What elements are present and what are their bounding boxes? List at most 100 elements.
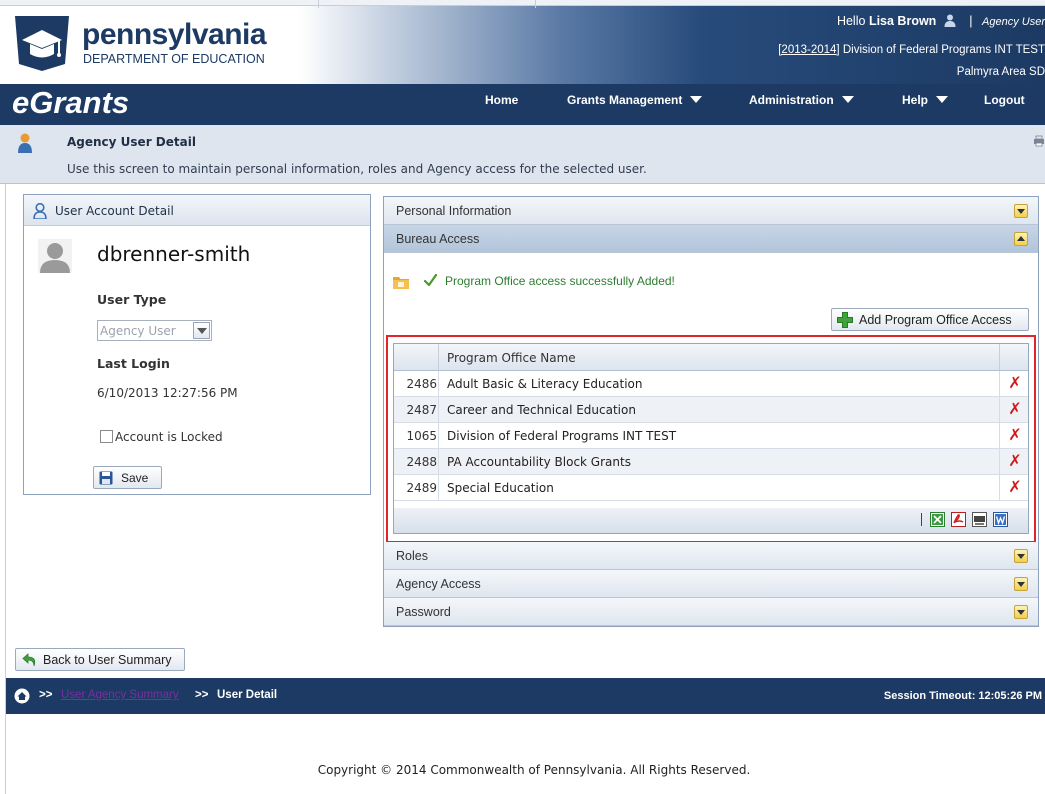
breadcrumb-current: User Detail <box>217 689 278 701</box>
accordion-roles[interactable]: Roles <box>384 542 1038 570</box>
add-program-office-access-button[interactable]: Add Program Office Access <box>831 308 1029 331</box>
nav-logout[interactable]: Logout <box>984 93 1025 107</box>
folder-icon[interactable] <box>393 276 409 289</box>
nav-help[interactable]: Help <box>902 93 949 107</box>
user-greeting: Hello Lisa Brown | Agency User <box>837 14 1045 28</box>
program-office-table: Program Office Name 2486 Adult Basic & L… <box>393 343 1029 534</box>
app-header: pennsylvania DEPARTMENT OF EDUCATION Hel… <box>0 0 1045 125</box>
table-row: 2488 PA Accountability Block Grants ✗ <box>394 449 1028 475</box>
pdf-export-icon[interactable] <box>951 512 966 527</box>
table-row: 2486 Adult Basic & Literacy Education ✗ <box>394 371 1028 397</box>
save-button[interactable]: Save <box>93 466 162 489</box>
column-header-program-office-name[interactable]: Program Office Name <box>447 351 576 365</box>
print-icon[interactable] <box>1033 135 1045 147</box>
row-name: Career and Technical Education <box>447 403 636 417</box>
expand-icon[interactable] <box>1014 549 1028 563</box>
row-id: 1065 <box>406 429 437 443</box>
accordion-personal-information-label: Personal Information <box>396 204 512 218</box>
nav-home[interactable]: Home <box>485 93 518 107</box>
user-type-label: User Type <box>97 292 167 307</box>
back-to-user-summary-button[interactable]: Back to User Summary <box>15 648 185 671</box>
district-name: Palmyra Area SD <box>956 66 1045 78</box>
chevron-down-icon <box>936 96 949 103</box>
excel-export-icon[interactable] <box>930 512 945 527</box>
expand-icon[interactable] <box>1014 577 1028 591</box>
accordion-bureau-access[interactable]: Bureau Access <box>384 225 1038 253</box>
table-row: 2489 Special Education ✗ <box>394 475 1028 501</box>
delete-icon[interactable]: ✗ <box>1008 479 1022 495</box>
accordion-bureau-access-label: Bureau Access <box>396 232 480 246</box>
page-title: Agency User Detail <box>67 135 196 149</box>
table-row: 1065 Division of Federal Programs INT TE… <box>394 423 1028 449</box>
row-name: Division of Federal Programs INT TEST <box>447 429 677 443</box>
logo-department: DEPARTMENT OF EDUCATION <box>83 52 265 66</box>
username: dbrenner-smith <box>97 242 251 266</box>
table-row: 2487 Career and Technical Education ✗ <box>394 397 1028 423</box>
user-detail-accordion: Personal Information Bureau Access Progr… <box>383 196 1039 627</box>
accordion-password[interactable]: Password <box>384 598 1038 626</box>
user-type-select[interactable]: Agency User <box>97 320 212 341</box>
footer-bar: >> User Agency Summary >> User Detail Se… <box>6 678 1045 714</box>
keystone-logo <box>15 16 69 71</box>
session-timeout: Session Timeout: 12:05:26 PM <box>883 690 1042 702</box>
division-name: Division of Federal Programs INT TEST <box>842 44 1045 56</box>
delete-icon[interactable]: ✗ <box>1008 401 1022 417</box>
account-locked-label: Account is Locked <box>115 430 223 444</box>
accordion-agency-access-label: Agency Access <box>396 577 481 591</box>
accordion-personal-information[interactable]: Personal Information <box>384 197 1038 225</box>
avatar <box>38 239 72 273</box>
back-to-user-summary-label: Back to User Summary <box>43 653 172 667</box>
table-footer <box>394 508 1028 533</box>
accordion-agency-access[interactable]: Agency Access <box>384 570 1038 598</box>
collapse-icon[interactable] <box>1014 232 1028 246</box>
delete-icon[interactable]: ✗ <box>1008 375 1022 391</box>
word-export-icon[interactable] <box>993 512 1008 527</box>
home-icon[interactable] <box>14 688 30 704</box>
row-name: Adult Basic & Literacy Education <box>447 377 643 391</box>
back-arrow-icon <box>22 653 36 667</box>
user-role: Agency User <box>982 16 1045 28</box>
nav-grants-management-label: Grants Management <box>567 93 683 107</box>
hello-prefix: Hello <box>836 14 866 28</box>
user-icon <box>33 203 47 219</box>
user-account-panel-header: User Account Detail <box>24 195 370 226</box>
delete-icon[interactable]: ✗ <box>1008 453 1022 469</box>
year-division-row: [2013-2014] Division of Federal Programs… <box>778 44 1045 56</box>
add-program-office-access-label: Add Program Office Access <box>859 313 1012 327</box>
breadcrumb-separator: >> <box>195 689 209 701</box>
copyright: Copyright © 2014 Commonwealth of Pennsyl… <box>317 763 751 777</box>
add-icon <box>837 312 853 328</box>
row-id: 2488 <box>406 455 437 469</box>
fiscal-year-link[interactable]: [2013-2014] <box>778 44 839 56</box>
chevron-down-icon <box>193 322 210 339</box>
accordion-roles-label: Roles <box>396 549 428 563</box>
row-name: PA Accountability Block Grants <box>447 455 631 469</box>
user-account-panel: User Account Detail dbrenner-smith User … <box>23 194 371 495</box>
expand-icon[interactable] <box>1014 204 1028 218</box>
nav-administration-label: Administration <box>749 93 834 107</box>
chevron-down-icon <box>690 96 703 103</box>
main-navigation: Home Grants Management Administration He… <box>0 93 1045 109</box>
csv-export-icon[interactable] <box>972 512 987 527</box>
last-login-value: 6/10/2013 12:27:56 PM <box>97 386 238 400</box>
expand-icon[interactable] <box>1014 605 1028 619</box>
user-icon <box>18 133 32 153</box>
page-description: Use this screen to maintain personal inf… <box>67 162 647 176</box>
row-name: Special Education <box>447 481 554 495</box>
check-icon <box>424 274 437 287</box>
breadcrumb-user-agency-summary[interactable]: User Agency Summary <box>61 689 179 701</box>
greeting-separator: | <box>969 14 973 28</box>
logo-name: pennsylvania <box>82 18 267 51</box>
logged-in-user-name[interactable]: Lisa Brown <box>869 14 936 28</box>
breadcrumb-separator: >> <box>39 689 53 701</box>
row-id: 2487 <box>406 403 437 417</box>
account-locked-checkbox[interactable] <box>100 430 113 443</box>
row-id: 2489 <box>406 481 437 495</box>
delete-icon[interactable]: ✗ <box>1008 427 1022 443</box>
nav-grants-management[interactable]: Grants Management <box>567 93 703 107</box>
nav-administration[interactable]: Administration <box>749 93 854 107</box>
chevron-down-icon <box>841 96 854 103</box>
accordion-password-label: Password <box>396 605 451 619</box>
user-account-panel-title: User Account Detail <box>55 204 174 218</box>
row-id: 2486 <box>406 377 437 391</box>
